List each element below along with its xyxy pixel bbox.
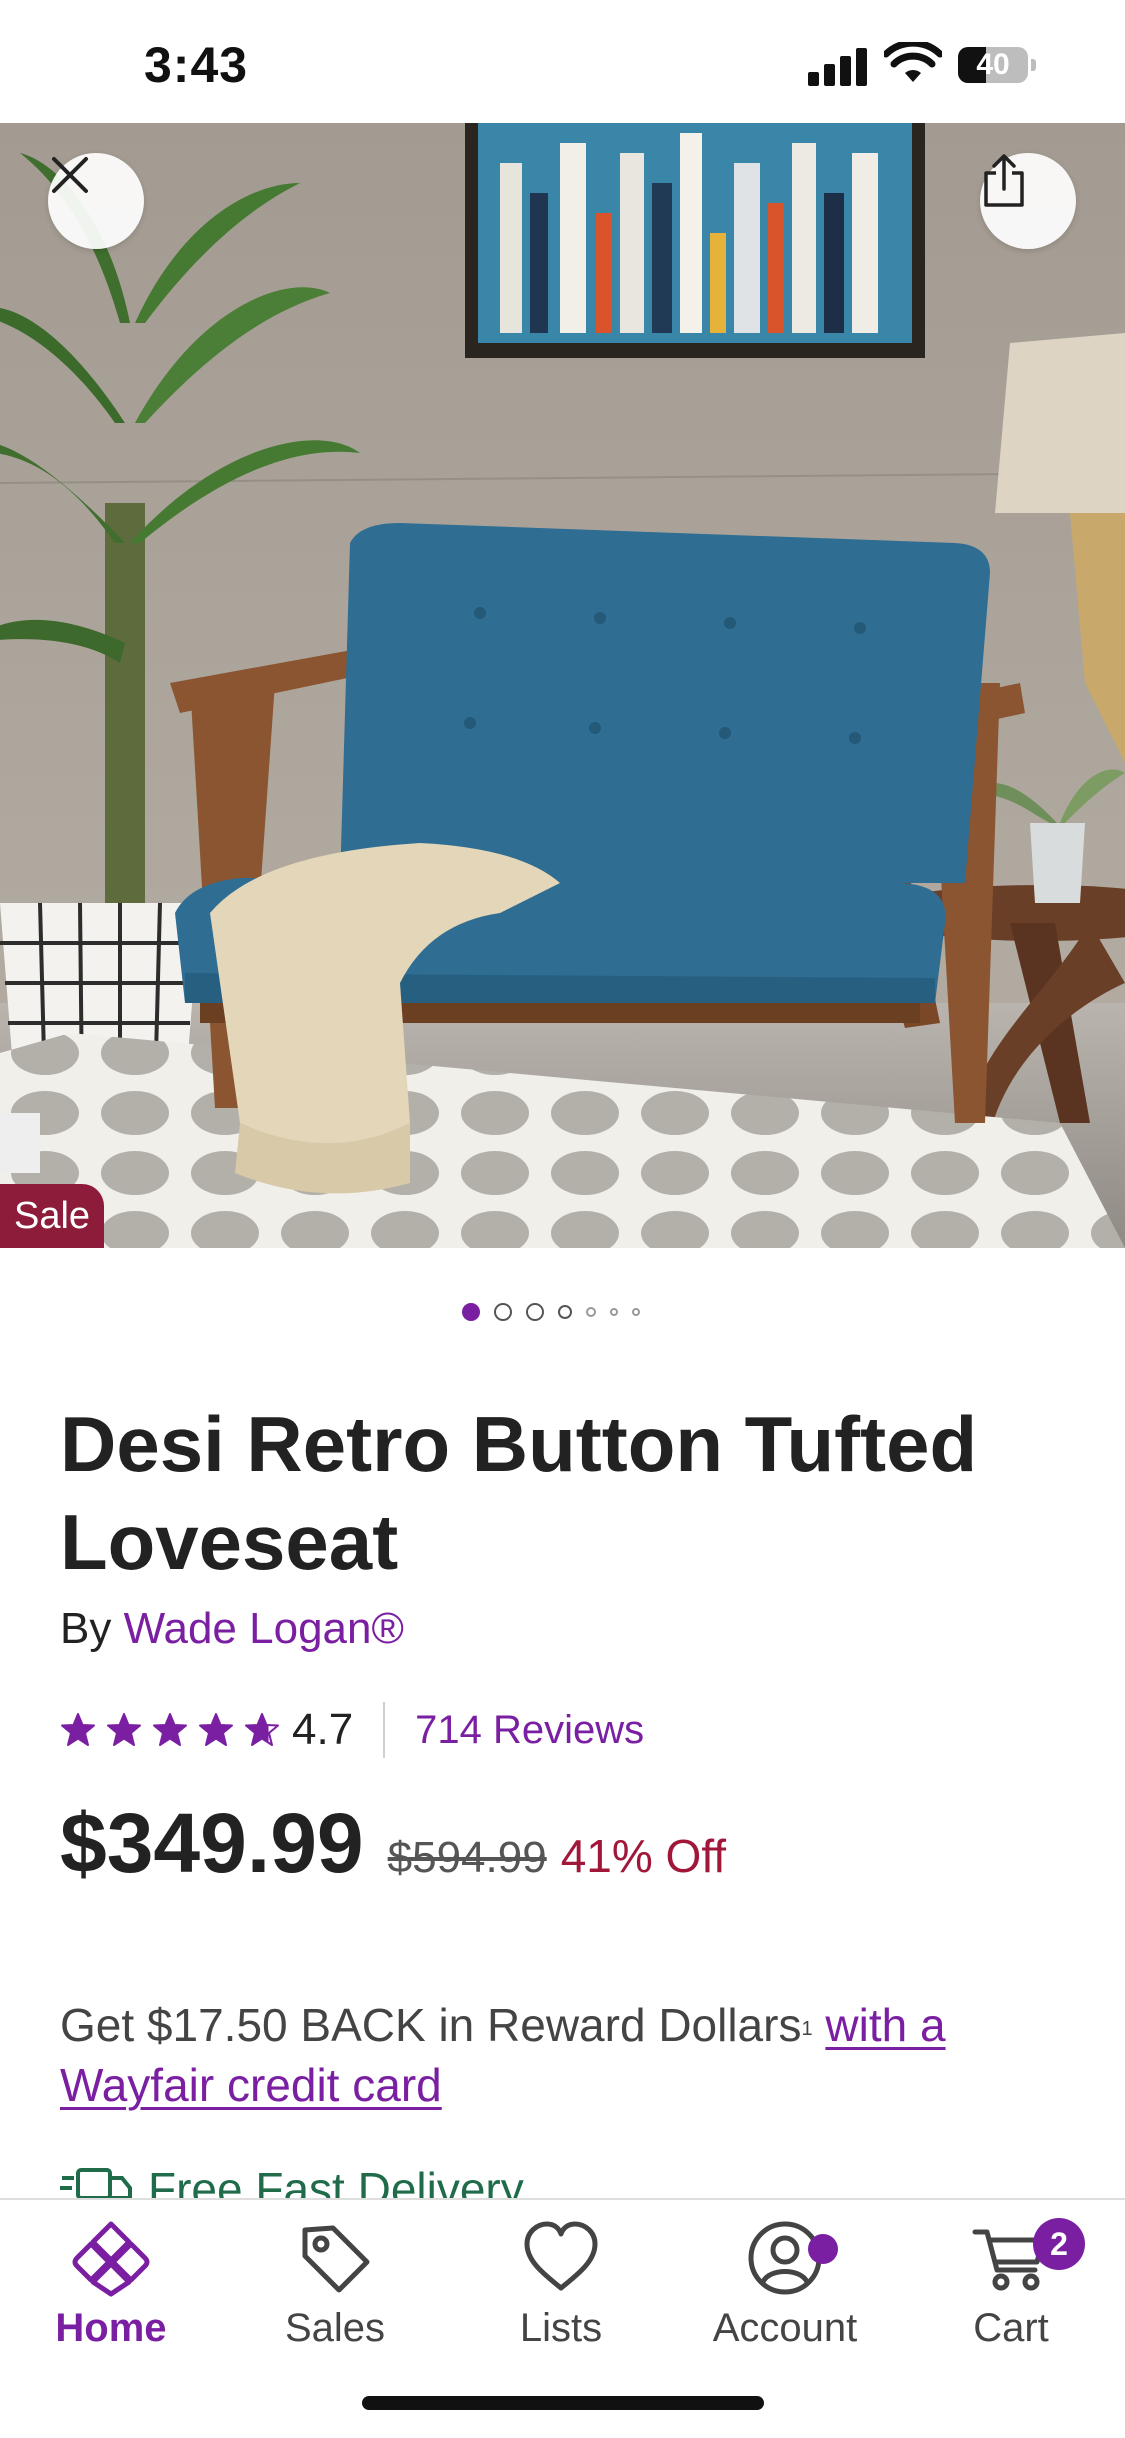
discount-label: 41% Off [560,1830,727,1882]
tag-icon [302,2225,370,2293]
cart-count-badge: 2 [1033,2218,1085,2270]
rating-row[interactable]: 4.7 714 Reviews [60,1700,644,1760]
status-bar: 3:43 40 [0,0,1125,123]
product-image[interactable]: Sale [0,123,1125,1248]
status-time: 3:43 [144,37,249,93]
tab-lists[interactable]: Lists [466,2218,656,2368]
carousel-dot[interactable] [586,1307,596,1317]
rating-divider [383,1702,386,1758]
carousel-dot[interactable] [632,1308,640,1316]
tab-home-label: Home [55,2306,167,2350]
star-icon [61,1713,95,1746]
tab-cart-label: Cart [973,2306,1049,2350]
reward-footnote: 1 [801,2018,813,2040]
rating-stars [60,1712,280,1748]
sale-badge: Sale [0,1184,105,1248]
tab-home[interactable]: Home [16,2218,206,2368]
star-icon [153,1713,187,1746]
reward-text: Get $17.50 BACK in Reward Dollars [60,1999,802,2051]
reviews-link[interactable]: 714 Reviews [415,1708,644,1753]
account-notification-dot [808,2234,838,2264]
carousel-dot[interactable] [462,1303,480,1321]
rating-value: 4.7 [292,1705,354,1754]
share-button[interactable] [980,153,1076,249]
tab-lists-label: Lists [519,2306,603,2350]
home-icon [72,2221,150,2297]
original-price: $594.99 [387,1833,547,1882]
carousel-dot[interactable] [558,1305,572,1319]
tab-account-label: Account [712,2306,858,2350]
battery-level: 40 [976,48,1010,81]
close-button[interactable] [48,153,144,249]
sale-price: $349.99 [60,1796,364,1890]
star-icon [245,1713,279,1746]
carousel-dot[interactable] [610,1308,618,1316]
by-label: By [60,1604,112,1653]
heart-icon [524,2221,598,2291]
tab-sales-label: Sales [284,2306,386,2350]
battery-icon: 40 [958,47,1036,83]
star-icon [199,1713,233,1746]
close-icon [52,157,88,193]
cellular-signal-icon [808,46,868,86]
tab-cart[interactable]: 2 Cart [916,2218,1106,2368]
tab-account[interactable]: Account [690,2218,880,2368]
star-icon [107,1713,141,1746]
brand-byline: By Wade Logan® [60,1604,404,1654]
reward-dollars-promo: Get $17.50 BACK in Reward Dollars1 with … [60,1995,1070,2115]
product-title: Desi Retro Button Tufted Loveseat [60,1400,978,1586]
home-indicator [362,2396,764,2410]
share-icon [984,154,1024,207]
carousel-dot[interactable] [494,1303,512,1321]
wifi-icon [884,42,942,82]
carousel-dot[interactable] [526,1303,544,1321]
image-carousel-dots[interactable] [462,1300,640,1324]
tab-sales[interactable]: Sales [240,2218,430,2368]
price-row: $349.99 $594.99 41% Off [60,1795,726,1892]
brand-link[interactable]: Wade Logan® [124,1604,404,1653]
product-photo [0,123,1125,1248]
